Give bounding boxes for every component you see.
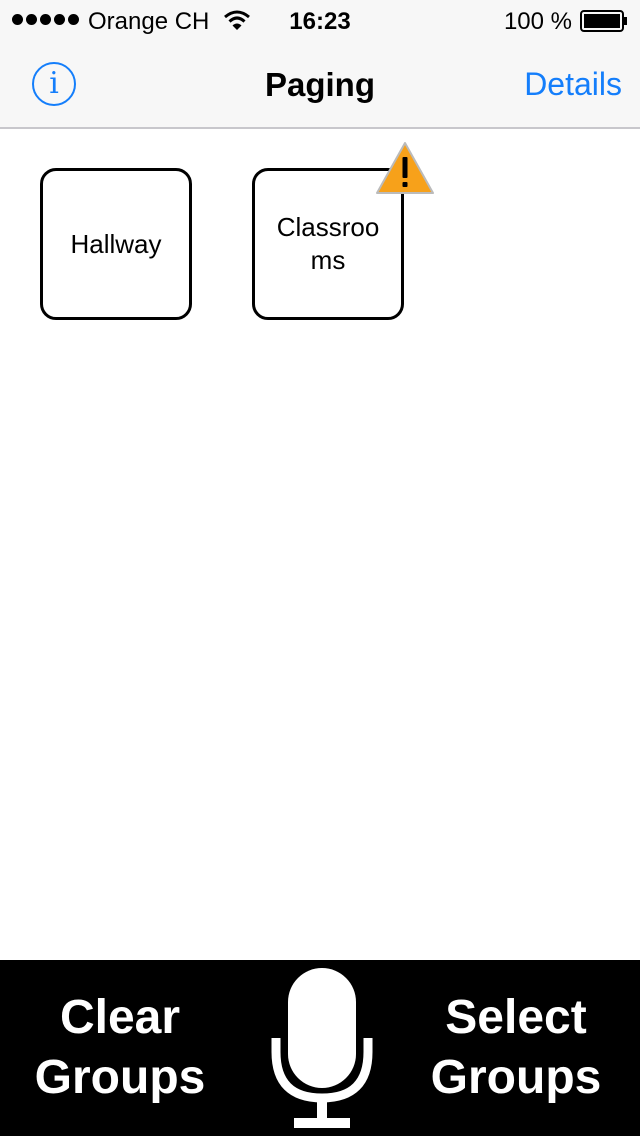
warning-triangle-icon [376, 142, 434, 194]
battery-percentage: 100 % [503, 8, 572, 35]
battery-icon [580, 10, 627, 32]
select-groups-label-line2: Groups [430, 1051, 602, 1104]
details-button[interactable]: Details [524, 66, 622, 103]
select-groups-label-line1: Select [445, 991, 587, 1044]
group-label: Classrooms [276, 212, 380, 275]
clear-groups-label-line1: Clear [59, 991, 181, 1044]
select-groups-button[interactable]: Select Groups [406, 988, 626, 1108]
group-tile-hallway[interactable]: Hallway [40, 168, 192, 320]
microphone-icon[interactable] [270, 966, 374, 1132]
group-label: Hallway [70, 228, 162, 259]
clear-groups-label-line2: Groups [34, 1051, 206, 1104]
clear-groups-button[interactable]: Clear Groups [10, 988, 230, 1108]
navigation-bar: i Paging Details [0, 40, 640, 129]
status-bar: Orange CH 16:23 100 % [0, 0, 640, 40]
